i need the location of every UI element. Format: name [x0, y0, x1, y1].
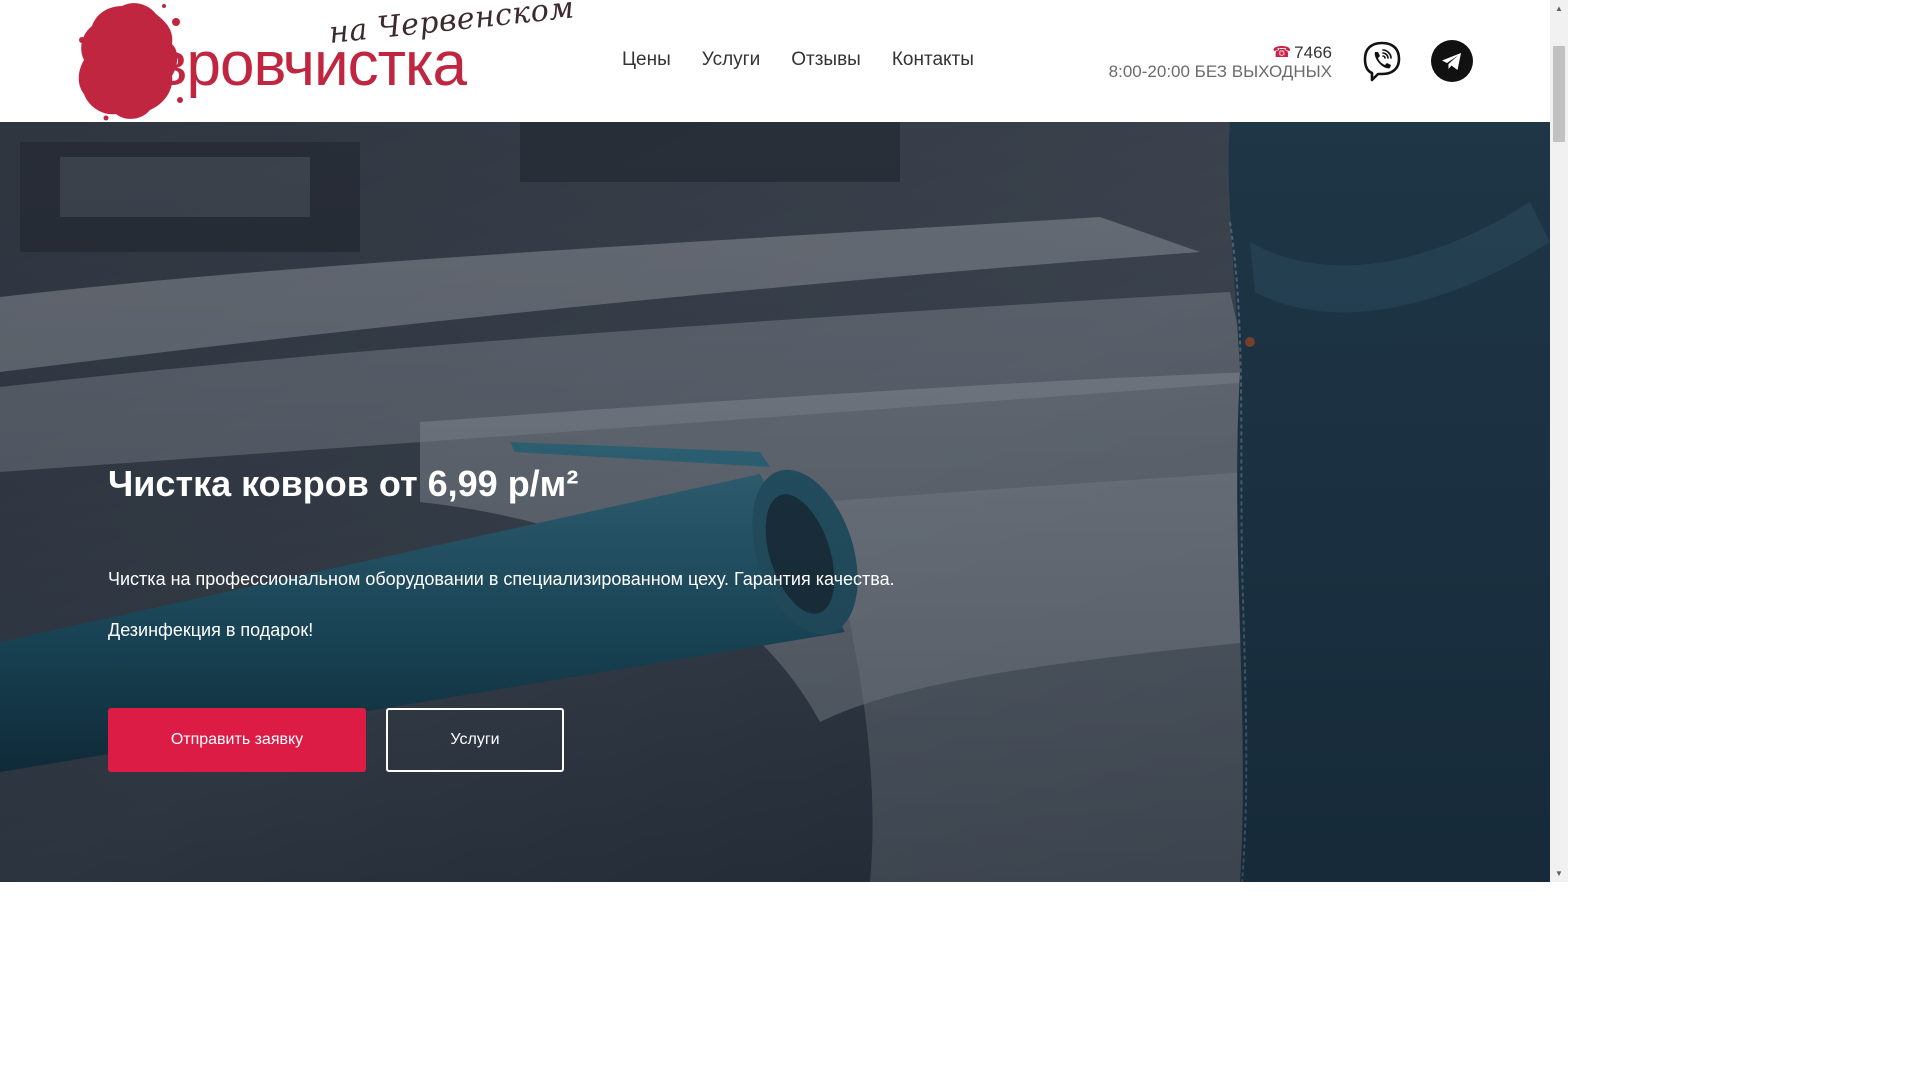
viber-button[interactable] [1361, 40, 1403, 82]
main-nav: Цены Услуги Отзывы Контакты [622, 48, 974, 72]
phone-icon: ☎ [1272, 44, 1292, 61]
nav-link-prices[interactable]: Цены [622, 48, 671, 72]
site-header: на Червенском Ковровчистка Цены Услуги О… [0, 0, 1550, 122]
scroll-thumb[interactable] [1553, 46, 1565, 142]
logo-wordmark: Ковровчистка [86, 30, 467, 99]
hero-section: Чистка ковров от 6,99 р/м² Чистка на про… [0, 122, 1550, 882]
working-hours: 8:00-20:00 БЕЗ ВЫХОДНЫХ [1108, 62, 1332, 81]
telegram-icon [1442, 53, 1461, 70]
nav-link-reviews[interactable]: Отзывы [791, 48, 861, 72]
phone-number: 7466 [1294, 43, 1332, 62]
hero-description: Чистка на профессиональном оборудовании … [108, 569, 895, 589]
telegram-button[interactable] [1431, 40, 1473, 82]
contact-block: ☎ 7466 8:00-20:00 БЕЗ ВЫХОДНЫХ [1109, 43, 1332, 81]
scroll-down-arrow-icon[interactable]: ▼ [1550, 865, 1568, 882]
page-scrollbar[interactable]: ▲ ▼ [1550, 0, 1568, 882]
nav-link-services[interactable]: Услуги [702, 48, 760, 72]
phone-link[interactable]: ☎ 7466 [1109, 43, 1332, 62]
viber-icon [1363, 41, 1401, 82]
site-logo[interactable]: на Червенском Ковровчистка [76, 0, 576, 122]
nav-link-contacts[interactable]: Контакты [892, 48, 974, 72]
hero-promo: Дезинфекция в подарок! [108, 620, 314, 640]
services-button[interactable]: Услуги [386, 708, 564, 772]
hero-title: Чистка ковров от 6,99 р/м² [108, 463, 579, 504]
send-request-button[interactable]: Отправить заявку [108, 708, 366, 772]
scroll-up-arrow-icon[interactable]: ▲ [1550, 0, 1568, 17]
